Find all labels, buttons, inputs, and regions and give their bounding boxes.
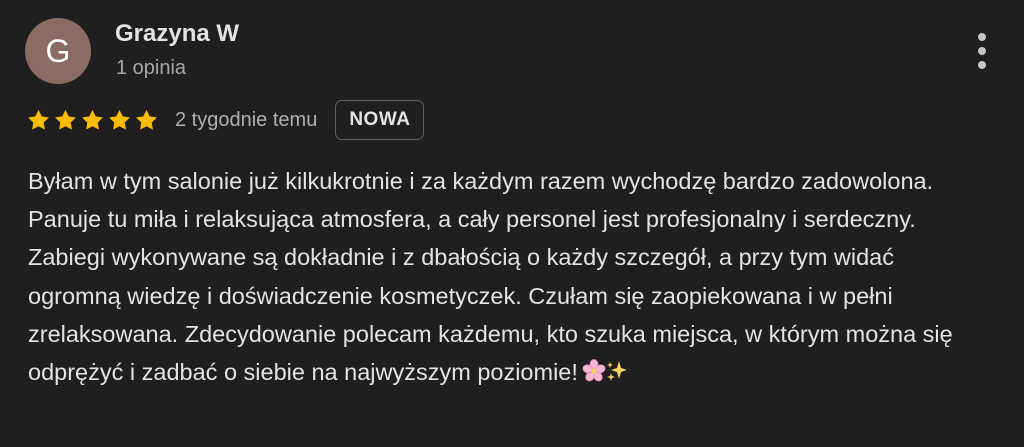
review-card: G Grazyna W 1 opinia 2 tygodnie temu NOW… [0,0,1024,447]
more-options-button[interactable] [966,30,998,72]
sparkles-icon [606,361,627,382]
star-icon [80,108,105,133]
star-icon [134,108,159,133]
rating-row: 2 tygodnie temu NOWA [26,97,425,143]
more-vert-icon-dot [978,61,986,69]
review-body: Byłam w tym salonie już kilkukrotnie i z… [28,168,953,386]
more-vert-icon-dot [978,47,986,55]
review-date: 2 tygodnie temu [175,108,318,131]
avatar[interactable]: G [25,18,91,84]
author-review-count: 1 opinia [116,57,187,79]
cherry-blossom-icon [582,359,606,382]
review-emojis [582,359,628,383]
review-text: Byłam w tym salonie już kilkukrotnie i z… [28,162,988,391]
new-badge: NOWA [335,100,425,140]
star-rating [26,108,159,133]
author-name[interactable]: Grazyna W [115,20,239,48]
more-vert-icon [978,33,986,41]
star-icon [53,108,78,133]
star-icon [107,108,132,133]
star-icon [26,108,51,133]
